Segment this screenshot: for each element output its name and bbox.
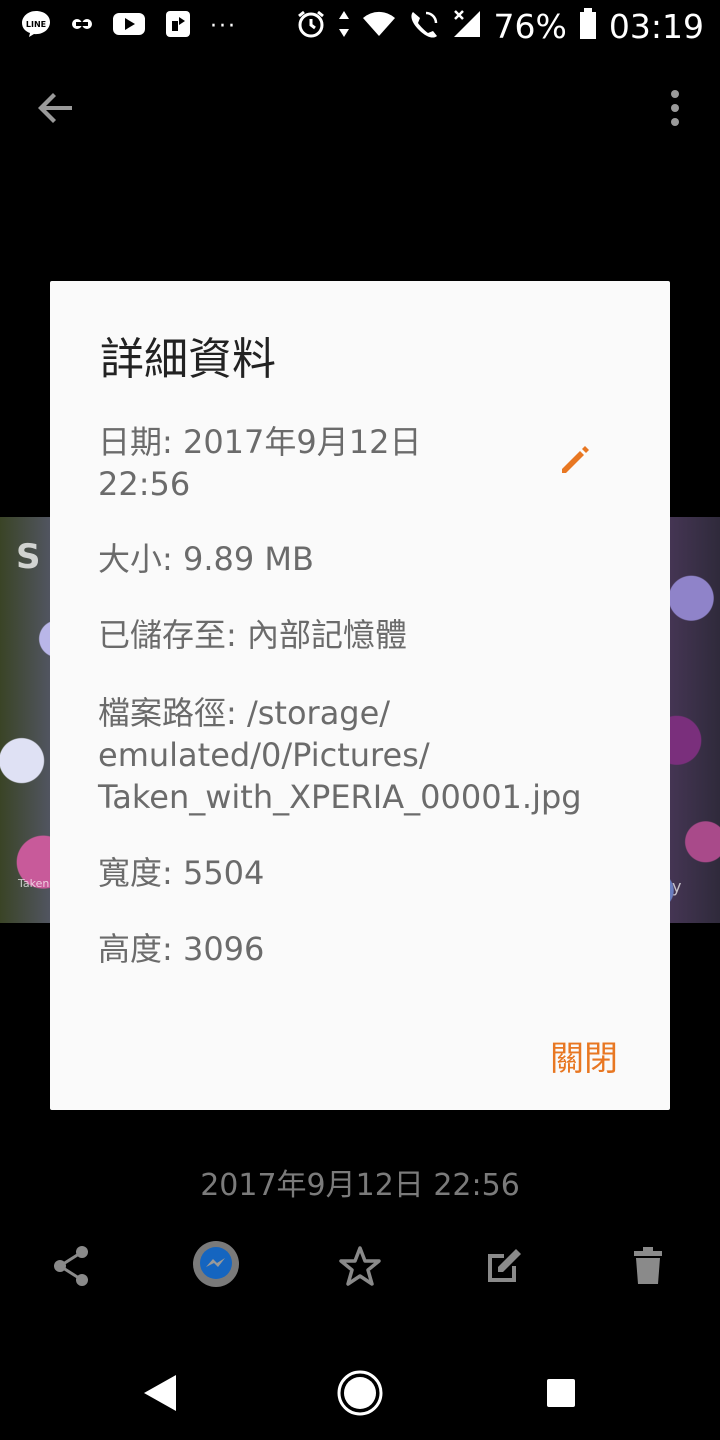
share-icon bbox=[54, 1246, 88, 1286]
messenger-share-button[interactable] bbox=[192, 1240, 240, 1288]
pencil-icon bbox=[562, 446, 589, 473]
edit-icon bbox=[488, 1249, 521, 1282]
photo-action-bar bbox=[0, 1232, 720, 1302]
signal-icon bbox=[452, 9, 482, 43]
more-vert-icon bbox=[671, 90, 679, 126]
notification-icons: LINE ··· bbox=[20, 8, 237, 44]
date-row: 日期: 2017年9月12日 22:56 bbox=[98, 421, 598, 505]
star-outline-icon bbox=[339, 1246, 381, 1286]
photo-date-caption: 2017年9月12日 22:56 bbox=[200, 1168, 520, 1203]
edit-date-button[interactable] bbox=[558, 443, 592, 477]
svg-text:LINE: LINE bbox=[26, 20, 46, 29]
clock: 03:19 bbox=[608, 6, 704, 46]
messenger-notification-icon bbox=[164, 9, 192, 43]
share-button[interactable] bbox=[48, 1242, 96, 1290]
circle-home-icon bbox=[337, 1370, 383, 1416]
time-value: 22:56 bbox=[98, 465, 191, 503]
photo-caption-right: y bbox=[672, 877, 682, 896]
close-button[interactable]: 關閉 bbox=[550, 1031, 618, 1080]
messenger-icon bbox=[193, 1241, 239, 1287]
nav-back-button[interactable] bbox=[140, 1372, 182, 1414]
delete-button[interactable] bbox=[624, 1242, 672, 1290]
file-path-line-1: 檔案路徑: /storage/ bbox=[98, 694, 391, 732]
nav-recents-button[interactable] bbox=[545, 1377, 577, 1409]
details-dialog: 詳細資料 日期: 2017年9月12日 22:56 大小: 9.89 MB 已儲… bbox=[50, 281, 670, 1110]
battery-icon bbox=[579, 8, 597, 44]
trash-icon bbox=[634, 1247, 662, 1284]
arrow-back-icon bbox=[38, 93, 72, 123]
dialog-title: 詳細資料 bbox=[100, 334, 276, 385]
edit-photo-button[interactable] bbox=[480, 1242, 528, 1290]
size-row: 大小: 9.89 MB bbox=[98, 540, 314, 578]
favorite-button[interactable] bbox=[336, 1242, 384, 1290]
storage-location-row: 已儲存至: 內部記憶體 bbox=[98, 616, 407, 654]
link-icon bbox=[70, 14, 94, 38]
triangle-back-icon bbox=[144, 1375, 176, 1411]
photo-caption-left: Taken bbox=[18, 877, 50, 890]
photo-watermark: S bbox=[16, 537, 41, 577]
youtube-icon bbox=[112, 11, 146, 41]
back-button[interactable] bbox=[30, 82, 82, 134]
wifi-calling-icon bbox=[408, 9, 440, 43]
app-bar bbox=[0, 60, 720, 150]
date-value: 日期: 2017年9月12日 bbox=[98, 423, 422, 461]
height-row: 高度: 3096 bbox=[98, 930, 265, 968]
system-status: 76% 03:19 bbox=[296, 4, 704, 48]
overflow-menu-button[interactable] bbox=[660, 84, 690, 134]
battery-percentage: 76% bbox=[493, 6, 567, 46]
data-transfer-icon bbox=[338, 9, 350, 43]
nav-home-button[interactable] bbox=[336, 1369, 384, 1417]
wifi-icon bbox=[362, 10, 396, 42]
line-app-icon: LINE bbox=[20, 8, 52, 44]
alarm-icon bbox=[296, 9, 326, 43]
more-notifications-indicator: ··· bbox=[210, 13, 237, 39]
status-bar: LINE ··· 76% 03:19 bbox=[0, 0, 720, 52]
width-row: 寬度: 5504 bbox=[98, 854, 265, 892]
square-recents-icon bbox=[547, 1379, 575, 1407]
file-path-row: 檔案路徑: /storage/ emulated/0/Pictures/ Tak… bbox=[98, 692, 638, 818]
file-path-line-2: emulated/0/Pictures/ bbox=[98, 736, 430, 774]
system-navigation-bar bbox=[0, 1350, 720, 1440]
file-path-line-3: Taken_with_XPERIA_00001.jpg bbox=[98, 778, 582, 816]
